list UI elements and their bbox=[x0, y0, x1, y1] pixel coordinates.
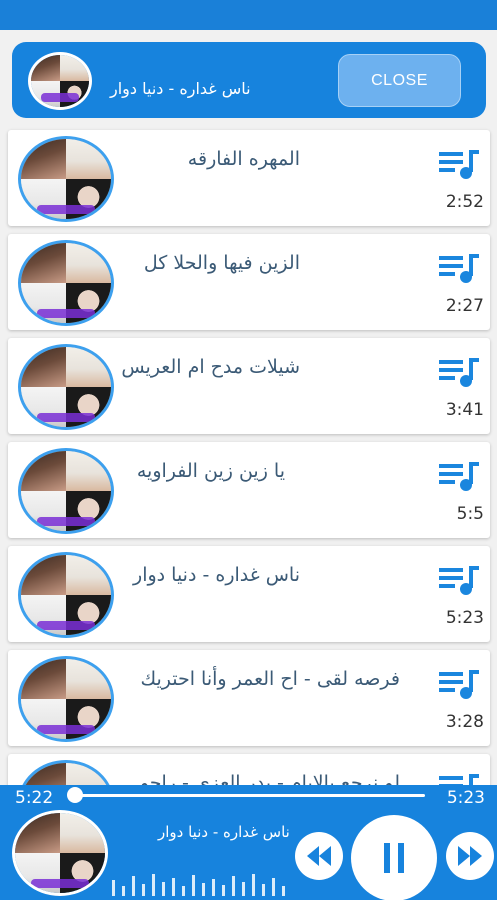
song-title: يا زين زين الفراويه bbox=[136, 460, 285, 482]
waveform-icon bbox=[112, 874, 285, 896]
song-row[interactable]: فرصه لقى - اح العمر وأنا احتريك 3:28 bbox=[8, 650, 490, 746]
song-row[interactable]: المهره الفارقه 2:52 bbox=[8, 130, 490, 226]
now-playing-thumbnail bbox=[28, 52, 92, 110]
pause-button[interactable] bbox=[351, 815, 437, 900]
song-row[interactable]: ناس غداره - دنيا دوار 5:23 bbox=[8, 546, 490, 642]
song-thumbnail bbox=[18, 448, 114, 534]
song-duration: 5:5 bbox=[456, 504, 484, 524]
playlist-music-icon bbox=[439, 462, 479, 491]
song-title: المهره الفارقه bbox=[187, 148, 300, 170]
player-title: ناس غداره - دنيا دوار bbox=[158, 823, 290, 841]
song-thumbnail bbox=[18, 136, 114, 222]
song-thumbnail bbox=[18, 656, 114, 742]
next-icon bbox=[458, 846, 482, 866]
song-duration: 2:52 bbox=[445, 192, 484, 212]
song-thumbnail bbox=[18, 552, 114, 638]
song-duration: 3:41 bbox=[445, 400, 484, 420]
pause-icon bbox=[384, 843, 404, 873]
song-list[interactable]: المهره الفارقه 2:52 الزين فيها والحلا كل… bbox=[0, 30, 497, 785]
top-bar bbox=[0, 0, 497, 30]
song-title: ناس غداره - دنيا دوار bbox=[133, 564, 300, 586]
song-thumbnail bbox=[18, 344, 114, 430]
next-button[interactable] bbox=[446, 832, 494, 880]
playlist-music-icon bbox=[439, 358, 479, 387]
current-time: 5:22 bbox=[15, 788, 54, 808]
song-duration: 3:28 bbox=[445, 712, 484, 732]
previous-icon bbox=[307, 846, 331, 866]
song-row[interactable]: يا زين زين الفراويه 5:5 bbox=[8, 442, 490, 538]
song-row[interactable]: لو نرجع بالايام - بدر العزي - راحو bbox=[8, 754, 490, 785]
playlist-music-icon bbox=[439, 254, 479, 283]
song-title: شيلات مدح ام العريس bbox=[121, 356, 300, 378]
playlist-music-icon bbox=[439, 774, 479, 785]
song-title: لو نرجع بالايام - بدر العزي - راحو bbox=[139, 772, 400, 785]
song-duration: 2:27 bbox=[445, 296, 484, 316]
song-duration: 5:23 bbox=[445, 608, 484, 628]
song-row[interactable]: الزين فيها والحلا كل 2:27 bbox=[8, 234, 490, 330]
song-row[interactable]: شيلات مدح ام العريس 3:41 bbox=[8, 338, 490, 434]
player-thumbnail bbox=[12, 810, 108, 896]
song-thumbnail bbox=[18, 240, 114, 326]
playlist-music-icon bbox=[439, 670, 479, 699]
playlist-music-icon bbox=[439, 566, 479, 595]
seek-thumb[interactable] bbox=[67, 787, 83, 803]
seek-track[interactable] bbox=[73, 794, 425, 797]
song-title: الزين فيها والحلا كل bbox=[143, 252, 300, 274]
song-thumbnail bbox=[18, 760, 114, 785]
playlist-music-icon bbox=[439, 150, 479, 179]
close-button[interactable]: CLOSE bbox=[338, 54, 461, 107]
now-playing-title: ناس غداره - دنيا دوار bbox=[110, 79, 251, 98]
previous-button[interactable] bbox=[295, 832, 343, 880]
song-title: فرصه لقى - اح العمر وأنا احتريك bbox=[140, 668, 400, 690]
total-time: 5:23 bbox=[446, 788, 485, 808]
